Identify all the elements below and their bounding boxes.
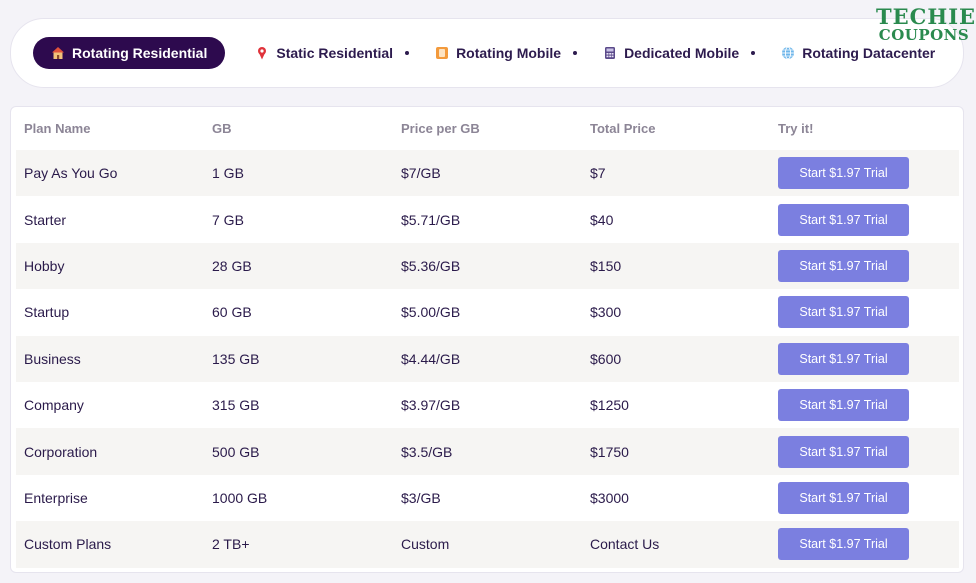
plan-price-per-gb: $5.00/GB <box>401 304 461 321</box>
plan-name: Corporation <box>24 443 98 460</box>
header-price-per-gb: Price per GB <box>401 121 480 136</box>
tab-separator-dot <box>751 51 756 55</box>
plan-price-per-gb: Custom <box>401 536 450 553</box>
tab-separator-dot <box>405 51 410 55</box>
header-total-price: Total Price <box>590 121 656 136</box>
tab-label: Rotating Datacenter <box>802 45 936 61</box>
pricing-table: Plan Name GB Price per GB Total Price Tr… <box>16 107 959 568</box>
plan-price-per-gb: $5.71/GB <box>401 211 461 228</box>
table-row: Enterprise 1000 GB $3/GB $3000 Start $1.… <box>16 475 959 521</box>
table-row: Business 135 GB $4.44/GB $600 Start $1.9… <box>16 335 959 382</box>
plan-price-per-gb: $3.5/GB <box>401 443 453 460</box>
house-icon <box>52 47 64 59</box>
tab-label: Dedicated Mobile <box>624 45 740 61</box>
plan-total-price: $1750 <box>590 443 629 460</box>
start-trial-button[interactable]: Start $1.97 Trial <box>778 203 909 236</box>
plan-gb: 2 TB+ <box>212 536 250 553</box>
plan-name: Startup <box>24 304 70 321</box>
plan-total-price: $1250 <box>590 397 629 414</box>
plan-gb: 7 GB <box>212 211 244 228</box>
start-trial-button[interactable]: Start $1.97 Trial <box>778 528 909 561</box>
header-try-it: Try it! <box>778 121 814 136</box>
plan-gb: 500 GB <box>212 443 260 460</box>
tab-static-residential[interactable]: Static Residential <box>255 37 410 69</box>
table-row: Pay As You Go 1 GB $7/GB $7 Start $1.97 … <box>16 150 959 197</box>
tab-label: Rotating Residential <box>72 45 208 61</box>
start-trial-button[interactable]: Start $1.97 Trial <box>778 481 909 514</box>
table-row: Custom Plans 2 TB+ Custom Contact Us Sta… <box>16 521 959 568</box>
trial-cell: Start $1.97 Trial <box>770 435 959 468</box>
table-row: Hobby 28 GB $5.36/GB $150 Start $1.97 Tr… <box>16 242 959 290</box>
start-trial-button[interactable]: Start $1.97 Trial <box>778 157 909 190</box>
logo-line-2: COUPONS <box>878 26 970 44</box>
globe-icon <box>782 46 795 60</box>
plan-total-price: $3000 <box>590 489 629 506</box>
trial-cell: Start $1.97 Trial <box>770 481 959 514</box>
plan-gb: 60 GB <box>212 304 252 321</box>
plan-name: Business <box>24 350 81 367</box>
table-row: Corporation 500 GB $3.5/GB $1750 Start $… <box>16 428 959 475</box>
table-header-row: Plan Name GB Price per GB Total Price Tr… <box>16 107 959 150</box>
logo-line-1: TECHIE <box>876 4 976 29</box>
tab-dedicated-mobile[interactable]: Dedicated Mobile <box>603 37 756 69</box>
plan-price-per-gb: $4.44/GB <box>401 350 461 367</box>
mobile-phone-icon <box>436 47 449 59</box>
table-row: Company 315 GB $3.97/GB $1250 Start $1.9… <box>16 382 959 428</box>
header-plan-name: Plan Name <box>24 121 91 136</box>
calculator-icon <box>605 47 616 59</box>
plan-name: Pay As You Go <box>24 165 118 182</box>
plan-total-price: $7 <box>590 165 606 182</box>
trial-cell: Start $1.97 Trial <box>770 389 959 422</box>
plan-total-price: $40 <box>590 211 614 228</box>
plan-name: Hobby <box>24 257 65 274</box>
trial-cell: Start $1.97 Trial <box>770 249 959 282</box>
start-trial-button[interactable]: Start $1.97 Trial <box>778 435 909 468</box>
plan-gb: 1000 GB <box>212 489 268 506</box>
trial-cell: Start $1.97 Trial <box>770 296 959 329</box>
plan-name: Starter <box>24 211 67 228</box>
tab-label: Rotating Mobile <box>456 45 562 61</box>
table-row: Starter 7 GB $5.71/GB $40 Start $1.97 Tr… <box>16 196 959 242</box>
plan-total-price: $600 <box>590 350 622 367</box>
header-gb: GB <box>212 121 232 136</box>
plan-price-per-gb: $5.36/GB <box>401 257 461 274</box>
tab-rotating-residential[interactable]: Rotating Residential <box>33 37 226 69</box>
pin-icon <box>258 47 267 60</box>
plan-name: Company <box>24 397 84 414</box>
plan-gb: 28 GB <box>212 257 252 274</box>
tab-separator-dot <box>573 51 578 55</box>
trial-cell: Start $1.97 Trial <box>770 342 959 375</box>
trial-cell: Start $1.97 Trial <box>770 203 959 236</box>
tab-rotating-mobile[interactable]: Rotating Mobile <box>435 37 578 69</box>
plan-gb: 315 GB <box>212 397 260 414</box>
tab-label: Static Residential <box>276 45 394 61</box>
plan-total-price: $150 <box>590 257 622 274</box>
start-trial-button[interactable]: Start $1.97 Trial <box>778 389 909 422</box>
start-trial-button[interactable]: Start $1.97 Trial <box>778 342 909 375</box>
plan-name: Custom Plans <box>24 536 112 553</box>
trial-cell: Start $1.97 Trial <box>770 528 959 561</box>
trial-cell: Start $1.97 Trial <box>770 157 959 190</box>
table-row: Startup 60 GB $5.00/GB $300 Start $1.97 … <box>16 289 959 335</box>
plan-price-per-gb: $3/GB <box>401 489 441 506</box>
techie-coupons-logo: TECHIE COUPONS <box>876 4 976 44</box>
plan-total-price: Contact Us <box>590 536 660 553</box>
proxy-type-tabs: Rotating Residential Static Residential … <box>10 18 964 88</box>
pricing-table-card: Plan Name GB Price per GB Total Price Tr… <box>10 106 964 573</box>
plan-price-per-gb: $3.97/GB <box>401 397 461 414</box>
plan-total-price: $300 <box>590 304 622 321</box>
plan-name: Enterprise <box>24 489 88 506</box>
plan-gb: 1 GB <box>212 165 244 182</box>
plan-gb: 135 GB <box>212 350 260 367</box>
plan-price-per-gb: $7/GB <box>401 165 441 182</box>
start-trial-button[interactable]: Start $1.97 Trial <box>778 249 909 282</box>
start-trial-button[interactable]: Start $1.97 Trial <box>778 296 909 329</box>
page: Rotating Residential Static Residential … <box>0 0 976 583</box>
